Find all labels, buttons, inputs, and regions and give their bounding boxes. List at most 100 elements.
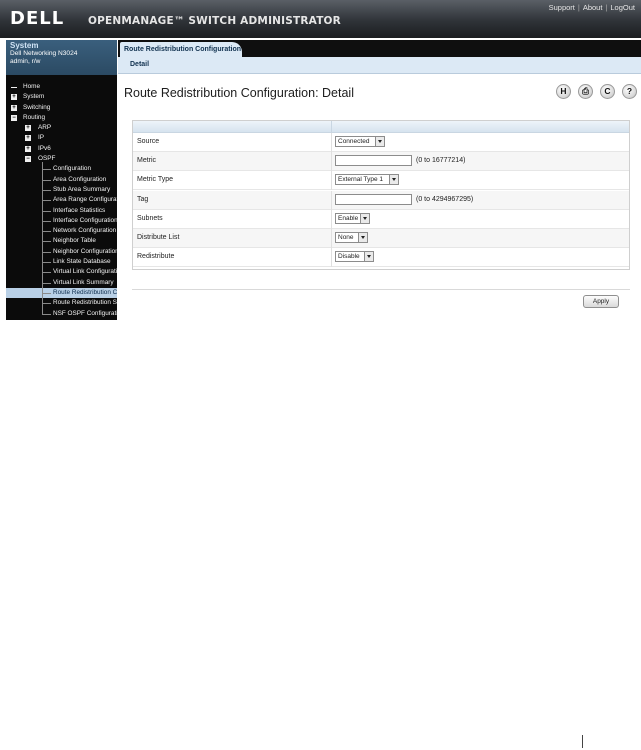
tree-item[interactable]: NSF OSPF Configuration <box>6 309 117 319</box>
about-link[interactable]: About <box>583 3 603 12</box>
expand-icon[interactable]: + <box>25 135 31 142</box>
tree-item[interactable]: + ARP <box>6 123 117 133</box>
subnets-value: Enable <box>338 214 359 222</box>
tree-item[interactable]: − Routing <box>6 113 117 123</box>
tree-connector <box>42 251 51 253</box>
field-label: Metric <box>137 157 157 165</box>
tree-item-label: OSPF <box>38 155 56 163</box>
metric-range-hint: (0 to 16777214) <box>416 157 466 165</box>
collapse-icon[interactable]: − <box>11 114 17 121</box>
print-button[interactable]: ⎙ <box>578 84 593 99</box>
tree-connector <box>42 220 51 222</box>
form-header <box>133 121 629 133</box>
tree-item-label: NSF OSPF Configuration <box>53 309 117 317</box>
support-link[interactable]: Support <box>549 3 575 12</box>
divider <box>132 289 630 290</box>
expand-icon[interactable]: + <box>11 104 17 111</box>
tree-item[interactable]: + IPv6 <box>6 144 117 154</box>
form-row: Distribute List None <box>133 229 629 248</box>
redistribution-form: Source Connected Metric (0 to 16777214) Metr… <box>132 120 630 270</box>
tree-item[interactable]: Stub Area Summary <box>6 185 117 195</box>
distribute-list-select[interactable]: None <box>335 232 368 243</box>
tree-item-label: Virtual Link Summary <box>53 278 114 286</box>
chevron-down-icon[interactable] <box>364 252 373 262</box>
expand-icon[interactable]: + <box>25 145 31 152</box>
metric-type-select[interactable]: External Type 1 <box>335 174 399 186</box>
tree-item-label: ARP <box>38 124 52 132</box>
page-title: Route Redistribution Configuration: Deta… <box>124 86 354 100</box>
link-separator: | <box>577 3 580 12</box>
source-select[interactable]: Connected <box>335 136 385 147</box>
tree-item[interactable]: Neighbor Table <box>6 236 117 246</box>
tree-connector <box>42 231 51 233</box>
save-button[interactable]: H <box>556 84 571 99</box>
logout-link[interactable]: LogOut <box>610 3 635 12</box>
subtab-detail[interactable]: Detail <box>130 61 149 68</box>
redistribute-select[interactable]: Disable <box>335 251 374 263</box>
tree-item-label: System <box>23 93 45 101</box>
field-label: Distribute List <box>137 234 180 241</box>
sub-navigation: Detail <box>118 57 641 74</box>
tree-item-label: Routing <box>23 113 46 121</box>
tree-item[interactable]: Area Range Configuration <box>6 195 117 205</box>
expand-icon[interactable]: + <box>11 94 17 101</box>
tree-item-label: Virtual Link Configuration <box>53 268 117 276</box>
tree-item-label: Route Redistribution Configuration <box>53 288 117 296</box>
tree-connector <box>42 313 51 315</box>
tree-item[interactable]: Neighbor Configuration <box>6 247 117 257</box>
chevron-down-icon[interactable] <box>358 233 367 242</box>
tree-item-label: Neighbor Table <box>53 237 96 245</box>
source-value: Connected <box>338 138 370 145</box>
subnets-select[interactable]: Enable <box>335 212 370 224</box>
chevron-down-icon[interactable] <box>375 137 384 146</box>
metric-type-value: External Type 1 <box>338 176 384 184</box>
tree-item[interactable]: Network Configuration <box>6 226 117 236</box>
tree-item-label: Stub Area Summary <box>53 185 111 193</box>
tree-item-label: Route Redistribution Summary <box>53 299 117 307</box>
apply-button[interactable]: Apply <box>583 295 619 308</box>
tree-item[interactable]: Home <box>6 82 117 92</box>
tree-item[interactable]: Interface Statistics <box>6 206 117 216</box>
print-icon: ⎙ <box>582 86 589 96</box>
refresh-button[interactable]: C <box>600 84 615 99</box>
top-links: Support | About | LogOut <box>549 3 635 12</box>
tree-connector <box>42 303 51 305</box>
save-icon: H <box>560 86 567 96</box>
tree-item[interactable]: Area Configuration <box>6 175 117 185</box>
tree-item[interactable]: Route Redistribution Summary <box>6 298 117 308</box>
navigation-tree: Home + System + Switching − Routing + ARP + IP + IPv… <box>6 82 117 319</box>
tree-item[interactable]: + IP <box>6 133 117 143</box>
tree-connector <box>42 241 51 243</box>
dell-logo: DELL <box>10 8 65 29</box>
tree-item[interactable]: − OSPF <box>6 154 117 164</box>
tab-bar: Route Redistribution Configuration <box>118 40 641 57</box>
metric-input[interactable] <box>335 155 412 167</box>
tab-route-redistribution-configuration[interactable]: Route Redistribution Configuration <box>120 42 242 57</box>
field-label: Metric Type <box>137 176 174 184</box>
tree-item[interactable]: Interface Configuration <box>6 216 117 226</box>
tag-input[interactable] <box>335 193 412 205</box>
expand-icon[interactable]: + <box>25 125 31 132</box>
tree-item[interactable]: + System <box>6 92 117 102</box>
help-button[interactable]: ? <box>622 84 637 99</box>
tree-connector <box>42 292 51 294</box>
tree-connector <box>42 282 51 284</box>
tree-item[interactable]: + Switching <box>6 103 117 113</box>
tree-item[interactable]: Virtual Link Configuration <box>6 267 117 277</box>
distribute-list-value: None <box>338 234 354 241</box>
field-label: Subnets <box>137 214 163 222</box>
tree-item[interactable]: Route Redistribution Configuration <box>6 287 117 299</box>
tree-item-label: Interface Statistics <box>53 206 106 214</box>
tree-item-label: Link State Database <box>53 258 111 266</box>
chevron-down-icon[interactable] <box>389 175 398 185</box>
collapse-icon[interactable]: − <box>25 156 31 163</box>
help-icon: ? <box>626 86 633 96</box>
tree-item-label: Area Configuration <box>53 175 107 183</box>
form-row: Metric (0 to 16777214) <box>133 152 629 172</box>
tree-item[interactable]: Link State Database <box>6 257 117 267</box>
tree-item[interactable]: Virtual Link Summary <box>6 278 117 288</box>
tree-item[interactable]: Configuration <box>6 164 117 174</box>
chevron-down-icon[interactable] <box>360 213 369 223</box>
tree-item-label: Area Range Configuration <box>53 196 117 204</box>
tree-item-label: Interface Configuration <box>53 216 117 224</box>
